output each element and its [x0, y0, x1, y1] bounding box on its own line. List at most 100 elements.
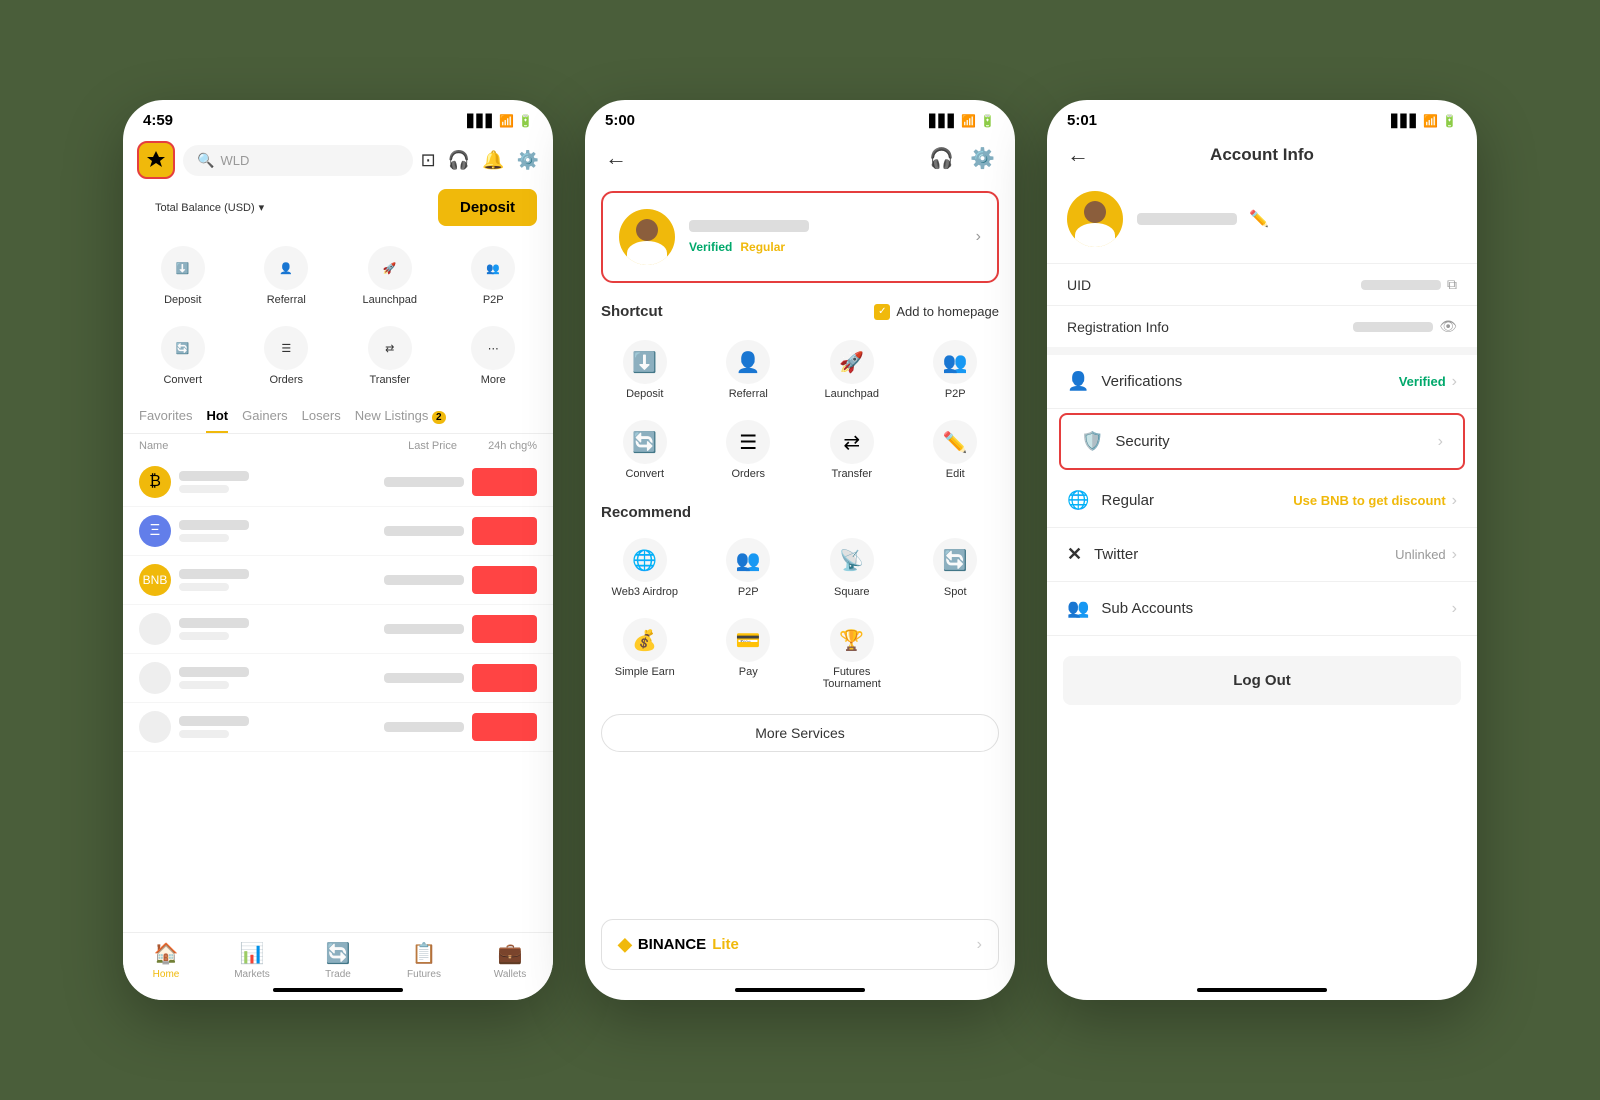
security-menu-item[interactable]: 🛡️ Security ›	[1061, 415, 1463, 468]
verifications-left: 👤 Verifications	[1067, 371, 1182, 392]
wifi-icon: 📶	[499, 114, 514, 128]
shortcut-orders[interactable]: ☰ Orders	[237, 318, 337, 394]
rec-p2p[interactable]: 👥 P2P	[699, 530, 799, 606]
eye-icon[interactable]: 👁	[1439, 318, 1457, 335]
security-menu-item-container[interactable]: 🛡️ Security ›	[1059, 413, 1465, 470]
profile-icon[interactable]: ⚙️	[517, 150, 539, 171]
more-services-button[interactable]: More Services	[601, 714, 999, 752]
square-icon: 📡	[839, 548, 864, 573]
rec-square[interactable]: 📡 Square	[802, 530, 902, 606]
table-row[interactable]	[123, 703, 553, 752]
wifi-icon: 📶	[1423, 114, 1438, 128]
registration-label: Registration Info	[1067, 319, 1169, 335]
new-listings-count: 2	[432, 411, 446, 424]
twitter-menu-item[interactable]: ✕ Twitter Unlinked ›	[1047, 528, 1477, 582]
coin-name-blurred	[179, 471, 249, 481]
bell-icon[interactable]: 🔔	[482, 150, 504, 171]
transfer-icon: ⇄	[385, 342, 394, 355]
back-button[interactable]: ←	[1067, 142, 1089, 168]
search-bar[interactable]: 🔍 WLD	[183, 145, 413, 176]
add-to-homepage[interactable]: ✓ Add to homepage	[874, 304, 999, 320]
shortcut-transfer[interactable]: ⇄ Transfer	[802, 412, 902, 488]
verified-badge: Verified	[689, 240, 732, 254]
security-left: 🛡️ Security	[1081, 431, 1170, 452]
shortcut-convert[interactable]: 🔄 Convert	[133, 318, 233, 394]
sub-accounts-menu-item[interactable]: 👥 Sub Accounts ›	[1047, 582, 1477, 636]
chevron-right-icon: ›	[1452, 492, 1457, 510]
scan-icon[interactable]: ⊡	[421, 150, 436, 171]
convert-icon: 🔄	[176, 342, 190, 355]
status-time-3: 5:01	[1067, 112, 1097, 129]
tab-losers[interactable]: Losers	[302, 408, 341, 433]
shortcut-more[interactable]: ⋯ More	[444, 318, 544, 394]
tab-new-listings[interactable]: New Listings 2	[355, 408, 446, 433]
rec-simple-earn[interactable]: 💰 Simple Earn	[595, 610, 695, 698]
nav-futures[interactable]: 📋 Futures	[381, 941, 467, 980]
shortcut-deposit[interactable]: ⬇️ Deposit	[133, 238, 233, 314]
shortcut-p2p[interactable]: 👥 P2P	[444, 238, 544, 314]
verifications-menu-item[interactable]: 👤 Verifications Verified ›	[1047, 355, 1477, 409]
p2p-icon: 👥	[943, 350, 968, 375]
table-row[interactable]: ₿	[123, 458, 553, 507]
shortcut-p2p[interactable]: 👥 P2P	[906, 332, 1006, 408]
settings-icon[interactable]: ⚙️	[970, 146, 995, 171]
shortcut-edit[interactable]: ✏️ Edit	[906, 412, 1006, 488]
nav-wallets[interactable]: 💼 Wallets	[467, 941, 553, 980]
table-row[interactable]: Ξ	[123, 507, 553, 556]
shortcut-launchpad[interactable]: 🚀 Launchpad	[340, 238, 440, 314]
binance-logo-icon[interactable]	[137, 141, 175, 179]
deposit-button[interactable]: Deposit	[438, 189, 537, 226]
shortcut-launchpad[interactable]: 🚀 Launchpad	[802, 332, 902, 408]
signal-icon: ▋▋▋	[1391, 114, 1419, 128]
shortcut-referral[interactable]: 👤 Referral	[237, 238, 337, 314]
search-placeholder: WLD	[220, 153, 249, 168]
rec-spot[interactable]: 🔄 Spot	[906, 530, 1006, 606]
tab-hot[interactable]: Hot	[206, 408, 228, 433]
edit-icon[interactable]: ✏️	[1249, 209, 1269, 229]
status-icons-3: ▋▋▋ 📶 🔋	[1391, 114, 1457, 128]
wifi-icon: 📶	[961, 114, 976, 128]
logout-button[interactable]: Log Out	[1063, 656, 1461, 705]
screen-profile-menu: 5:00 ▋▋▋ 📶 🔋 ← 🎧 ⚙️	[585, 100, 1015, 1000]
signal-icon: ▋▋▋	[467, 114, 495, 128]
nav-trade[interactable]: 🔄 Trade	[295, 941, 381, 980]
regular-menu-item[interactable]: 🌐 Regular Use BNB to get discount ›	[1047, 474, 1477, 528]
shortcut-referral[interactable]: 👤 Referral	[699, 332, 799, 408]
tab-gainers[interactable]: Gainers	[242, 408, 288, 433]
shortcut-header: Shortcut ✓ Add to homepage	[585, 293, 1015, 324]
regular-left: 🌐 Regular	[1067, 490, 1154, 511]
rec-pay[interactable]: 💳 Pay	[699, 610, 799, 698]
profile-chevron: ›	[976, 228, 981, 246]
shortcut-deposit[interactable]: ⬇️ Deposit	[595, 332, 695, 408]
shortcut-convert[interactable]: 🔄 Convert	[595, 412, 695, 488]
shield-icon: 🛡️	[1081, 431, 1103, 452]
rec-futures-tournament[interactable]: 🏆 Futures Tournament	[802, 610, 902, 698]
sub-accounts-right: ›	[1452, 600, 1457, 618]
deposit-icon: ⬇️	[632, 350, 657, 375]
nav-markets[interactable]: 📊 Markets	[209, 941, 295, 980]
table-row[interactable]	[123, 654, 553, 703]
add-homepage-label: Add to homepage	[896, 304, 999, 319]
table-row[interactable]: BNB	[123, 556, 553, 605]
back-button[interactable]: ←	[605, 145, 627, 171]
home-icon: 🏠	[154, 941, 179, 966]
security-label: Security	[1115, 433, 1169, 450]
support-icon[interactable]: 🎧	[929, 146, 954, 171]
shortcuts-grid: ⬇️ Deposit 👤 Referral 🚀 Launchpad 👥 P2P …	[123, 230, 553, 402]
tab-favorites[interactable]: Favorites	[139, 408, 192, 433]
uid-value: ⧉	[1361, 276, 1457, 293]
copy-icon[interactable]: ⧉	[1447, 276, 1457, 293]
binance-lite-bar[interactable]: ◆ BINANCE Lite ›	[601, 919, 999, 970]
web3-airdrop-icon: 🌐	[632, 548, 657, 573]
nav-home[interactable]: 🏠 Home	[123, 941, 209, 980]
coin-vol-blurred	[179, 534, 229, 542]
uid-label: UID	[1067, 277, 1091, 293]
coin-vol-blurred	[179, 632, 229, 640]
table-row[interactable]	[123, 605, 553, 654]
rec-web3-airdrop[interactable]: 🌐 Web3 Airdrop	[595, 530, 695, 606]
shortcut-transfer[interactable]: ⇄ Transfer	[340, 318, 440, 394]
status-icons-1: ▋▋▋ 📶 🔋	[467, 114, 533, 128]
profile-card[interactable]: Verified Regular ›	[601, 191, 999, 283]
shortcut-orders[interactable]: ☰ Orders	[699, 412, 799, 488]
support-icon[interactable]: 🎧	[448, 150, 470, 171]
